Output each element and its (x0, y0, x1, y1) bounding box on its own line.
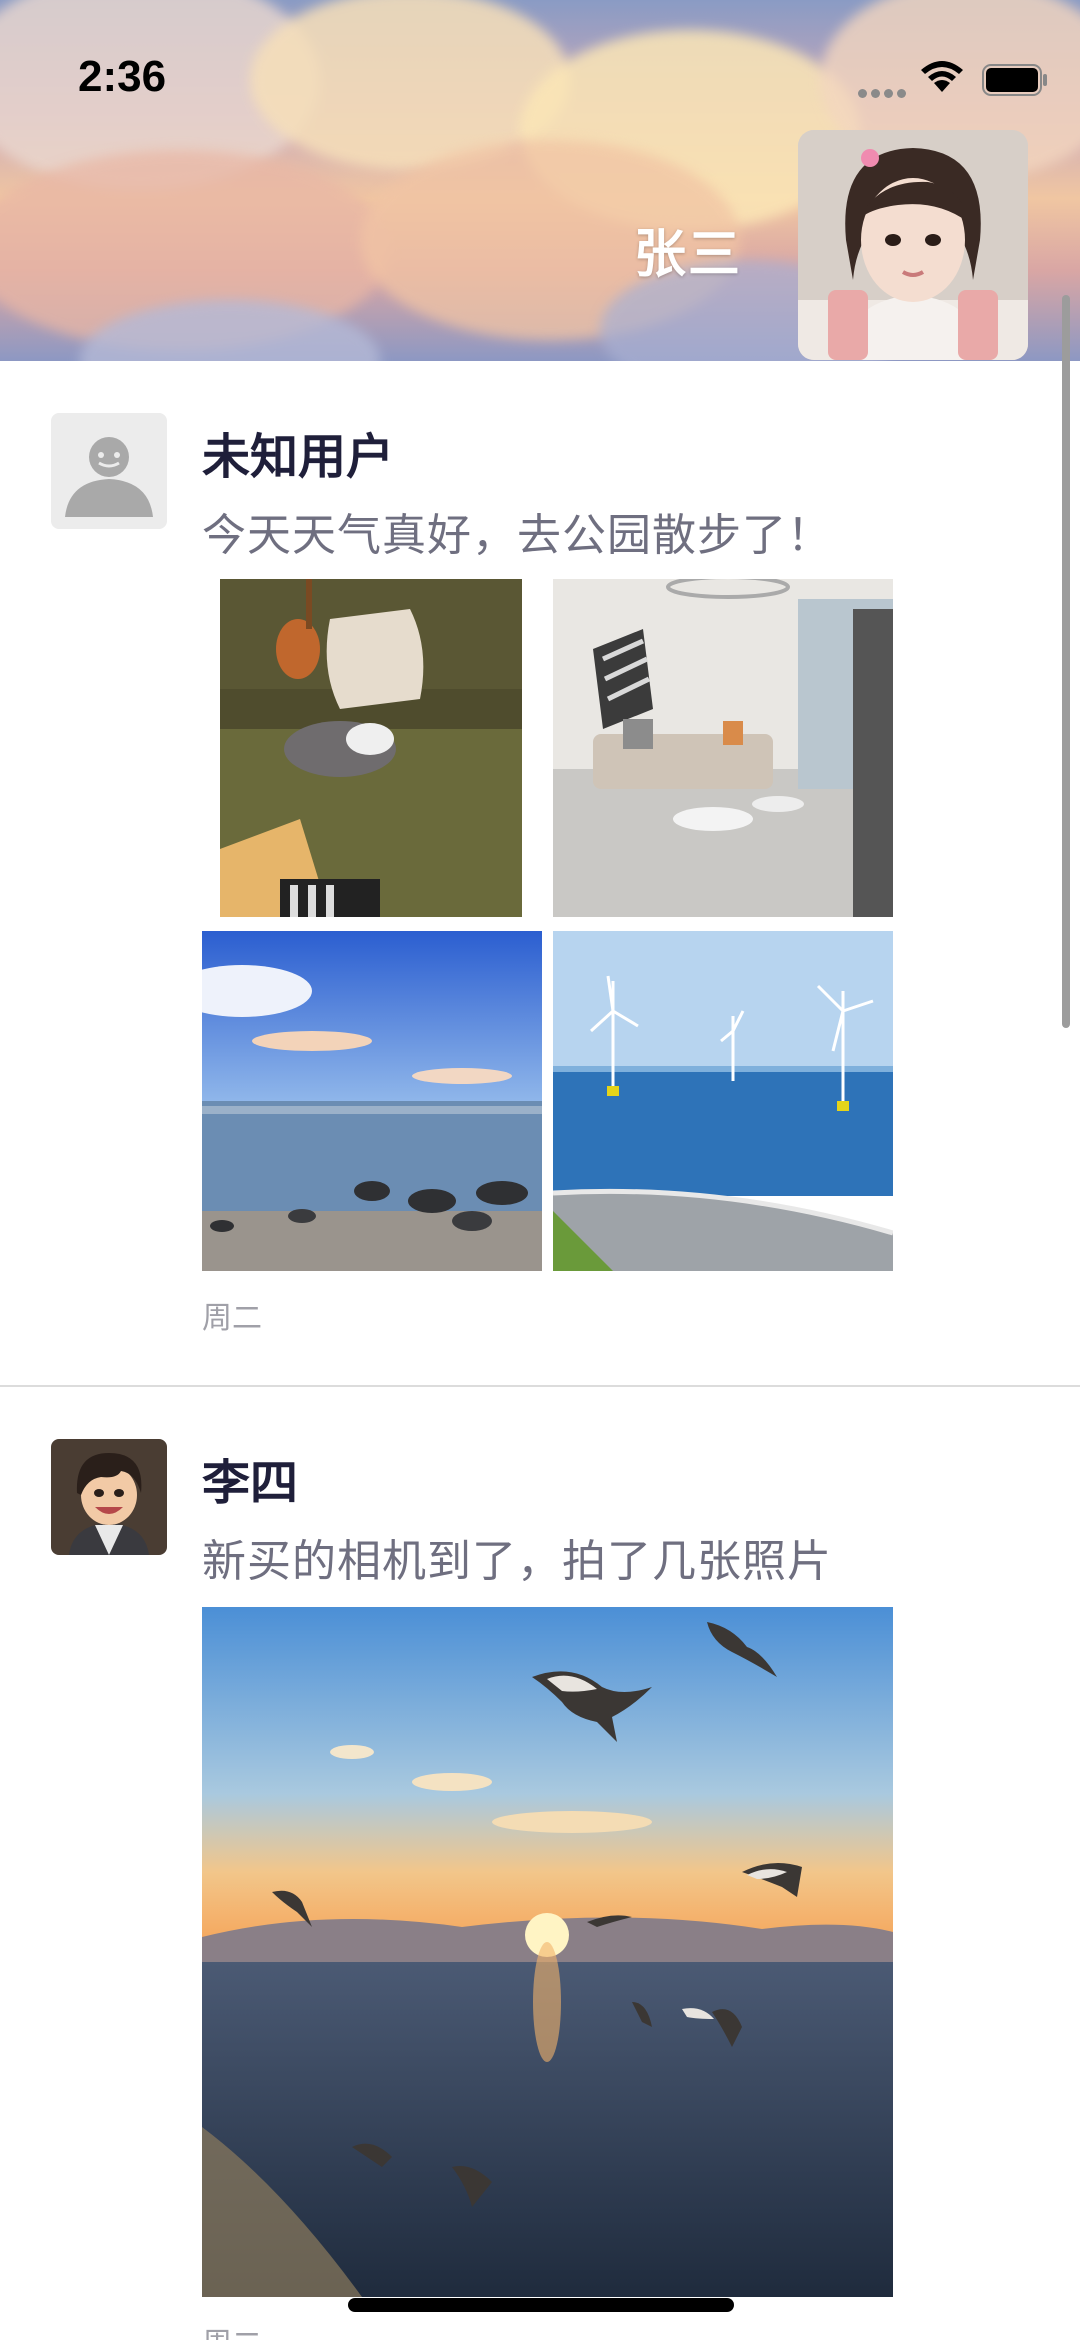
moment-post: 未知用户 今天天气真好，去公园散步了！ 周二 (0, 361, 1080, 1386)
moment-post: 李四 新买的相机到了，拍了几张照片 (0, 1387, 1080, 2340)
post-timestamp: 周二 (202, 2319, 262, 2340)
post-author-name[interactable]: 未知用户 (202, 417, 394, 487)
post-photo[interactable] (202, 1607, 893, 2297)
cartoon-boy-avatar[interactable] (51, 1439, 167, 1555)
post-text: 今天天气真好，去公园散步了！ (202, 510, 832, 561)
status-bar: 2:36 (0, 0, 1080, 150)
post-photo[interactable] (220, 579, 522, 917)
profile-avatar[interactable] (798, 130, 1028, 360)
post-photo[interactable] (553, 579, 893, 917)
default-person-icon[interactable] (51, 413, 167, 529)
scroll-indicator[interactable] (1062, 295, 1070, 1028)
status-time: 2:36 (78, 52, 167, 101)
post-photo[interactable] (553, 931, 893, 1271)
battery-icon (982, 64, 1048, 100)
home-indicator[interactable] (348, 2298, 734, 2312)
moments-screen: 张三 2:36 未知用户 今天天气真好，去公园散步了！ 周二 李四 新买的相机到… (0, 0, 1080, 2340)
post-author-name[interactable]: 李四 (202, 1443, 298, 1513)
post-text: 新买的相机到了，拍了几张照片 (202, 1536, 832, 1587)
cellular-dots-icon (858, 83, 910, 102)
post-timestamp: 周二 (202, 1301, 262, 1336)
wifi-icon (918, 58, 966, 98)
post-photo[interactable] (202, 931, 542, 1271)
profile-user-name[interactable]: 张三 (634, 212, 742, 287)
